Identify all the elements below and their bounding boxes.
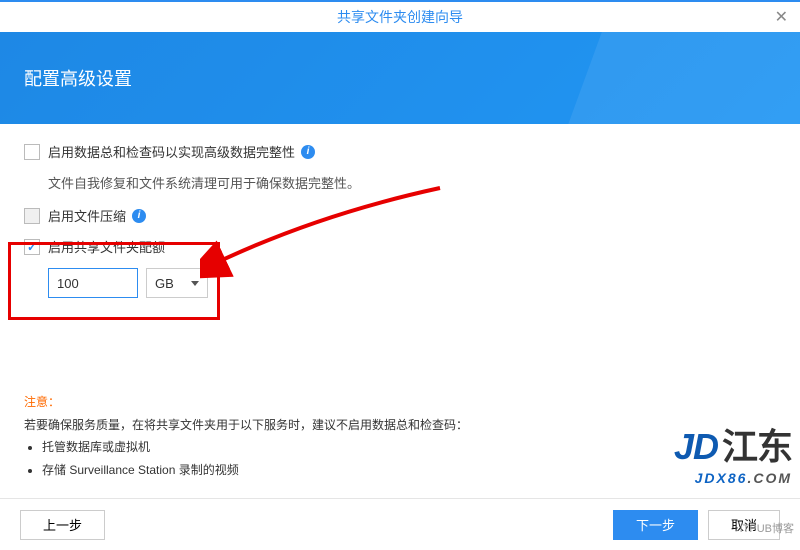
header-banner: 配置高级设置	[0, 32, 800, 124]
watermark-small-b: .COM	[747, 470, 792, 486]
notice-bullet: 存储 Surveillance Station 录制的视频	[42, 459, 584, 482]
quota-checkbox[interactable]	[24, 239, 40, 255]
info-icon[interactable]: i	[301, 145, 315, 159]
prev-button[interactable]: 上一步	[20, 510, 105, 540]
watermark: JD江东 JDX86.COM	[674, 418, 792, 486]
checksum-sub: 文件自我修复和文件系统清理可用于确保数据完整性。	[48, 173, 776, 192]
chevron-down-icon	[191, 281, 199, 286]
page-title: 配置高级设置	[24, 65, 132, 91]
footer: 上一步 下一步 取消	[0, 498, 800, 550]
window-title: 共享文件夹创建向导	[337, 7, 463, 27]
unit-value: GB	[155, 276, 174, 291]
notice-text: 若要确保服务质量，在将共享文件夹用于以下服务时，建议不启用数据总和检查码：	[24, 418, 468, 432]
checksum-label: 启用数据总和检查码以实现高级数据完整性	[48, 142, 295, 161]
notice-bullet: 托管数据库或虚拟机	[42, 436, 584, 459]
compress-label: 启用文件压缩	[48, 206, 126, 225]
cancel-button[interactable]: 取消	[708, 510, 780, 540]
notice-block: 注意： 若要确保服务质量，在将共享文件夹用于以下服务时，建议不启用数据总和检查码…	[24, 391, 584, 482]
checksum-checkbox[interactable]	[24, 144, 40, 160]
compress-checkbox	[24, 208, 40, 224]
watermark-cn: 江东	[722, 426, 792, 467]
notice-title: 注意：	[24, 395, 60, 409]
watermark-small-a: JDX86	[695, 470, 748, 486]
close-icon[interactable]: ✕	[775, 7, 788, 27]
content-area: 启用数据总和检查码以实现高级数据完整性 i 文件自我修复和文件系统清理可用于确保…	[0, 124, 800, 298]
unit-select[interactable]: GB	[146, 268, 208, 298]
quota-label: 启用共享文件夹配额	[48, 237, 165, 256]
next-button[interactable]: 下一步	[613, 510, 698, 540]
info-icon[interactable]: i	[132, 209, 146, 223]
quota-input[interactable]	[48, 268, 138, 298]
watermark-brand: JD	[674, 426, 718, 467]
